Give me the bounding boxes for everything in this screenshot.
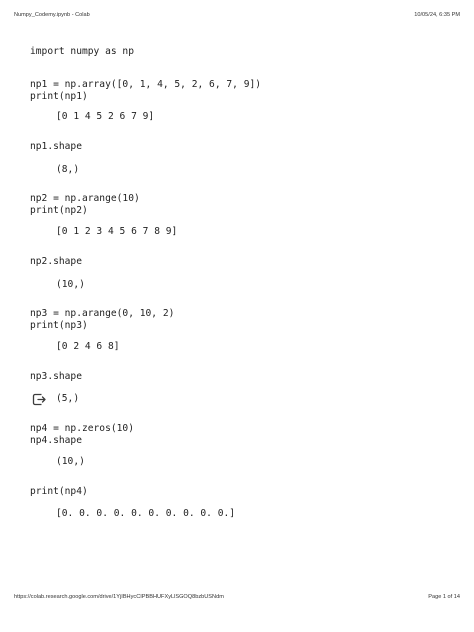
print-datetime: 10/05/24, 6:35 PM [414, 12, 460, 18]
page-title: Numpy_Codemy.ipynb - Colab [14, 12, 90, 18]
code-cell-np2-shape[interactable]: np2.shape [30, 256, 82, 268]
cell-output-np4-shape: (10,) [56, 456, 85, 467]
output-redirect-icon[interactable] [32, 393, 46, 406]
code-cell-np2-arange[interactable]: np2 = np.arange(10) print(np2) [30, 193, 140, 217]
code-cell-np1-array[interactable]: np1 = np.array([0, 1, 4, 5, 2, 6, 7, 9])… [30, 79, 261, 103]
cell-output-np2-shape: (10,) [56, 279, 85, 290]
cell-output-np1-array: [0 1 4 5 2 6 7 9] [56, 111, 155, 122]
print-footer: https://colab.research.google.com/drive/… [14, 594, 460, 600]
cell-output-np2-arange: [0 1 2 3 4 5 6 7 8 9] [56, 226, 178, 237]
print-header: Numpy_Codemy.ipynb - Colab 10/05/24, 6:3… [14, 12, 460, 18]
page-url: https://colab.research.google.com/drive/… [14, 594, 224, 600]
cell-output-np1-shape: (8,) [56, 164, 80, 175]
cell-output-print-np4: [0. 0. 0. 0. 0. 0. 0. 0. 0. 0.] [56, 508, 236, 519]
cell-output-np3-shape: (5,) [56, 393, 80, 404]
page-number: Page 1 of 14 [428, 594, 460, 600]
code-cell-np4-zeros[interactable]: np4 = np.zeros(10) np4.shape [30, 423, 134, 447]
code-cell-np3-shape[interactable]: np3.shape [30, 371, 82, 383]
code-cell-print-np4[interactable]: print(np4) [30, 486, 88, 498]
code-cell-np3-arange[interactable]: np3 = np.arange(0, 10, 2) print(np3) [30, 308, 174, 332]
code-cell-import[interactable]: import numpy as np [30, 46, 134, 58]
code-cell-np1-shape[interactable]: np1.shape [30, 141, 82, 153]
cell-output-np3-arange: [0 2 4 6 8] [56, 341, 120, 352]
